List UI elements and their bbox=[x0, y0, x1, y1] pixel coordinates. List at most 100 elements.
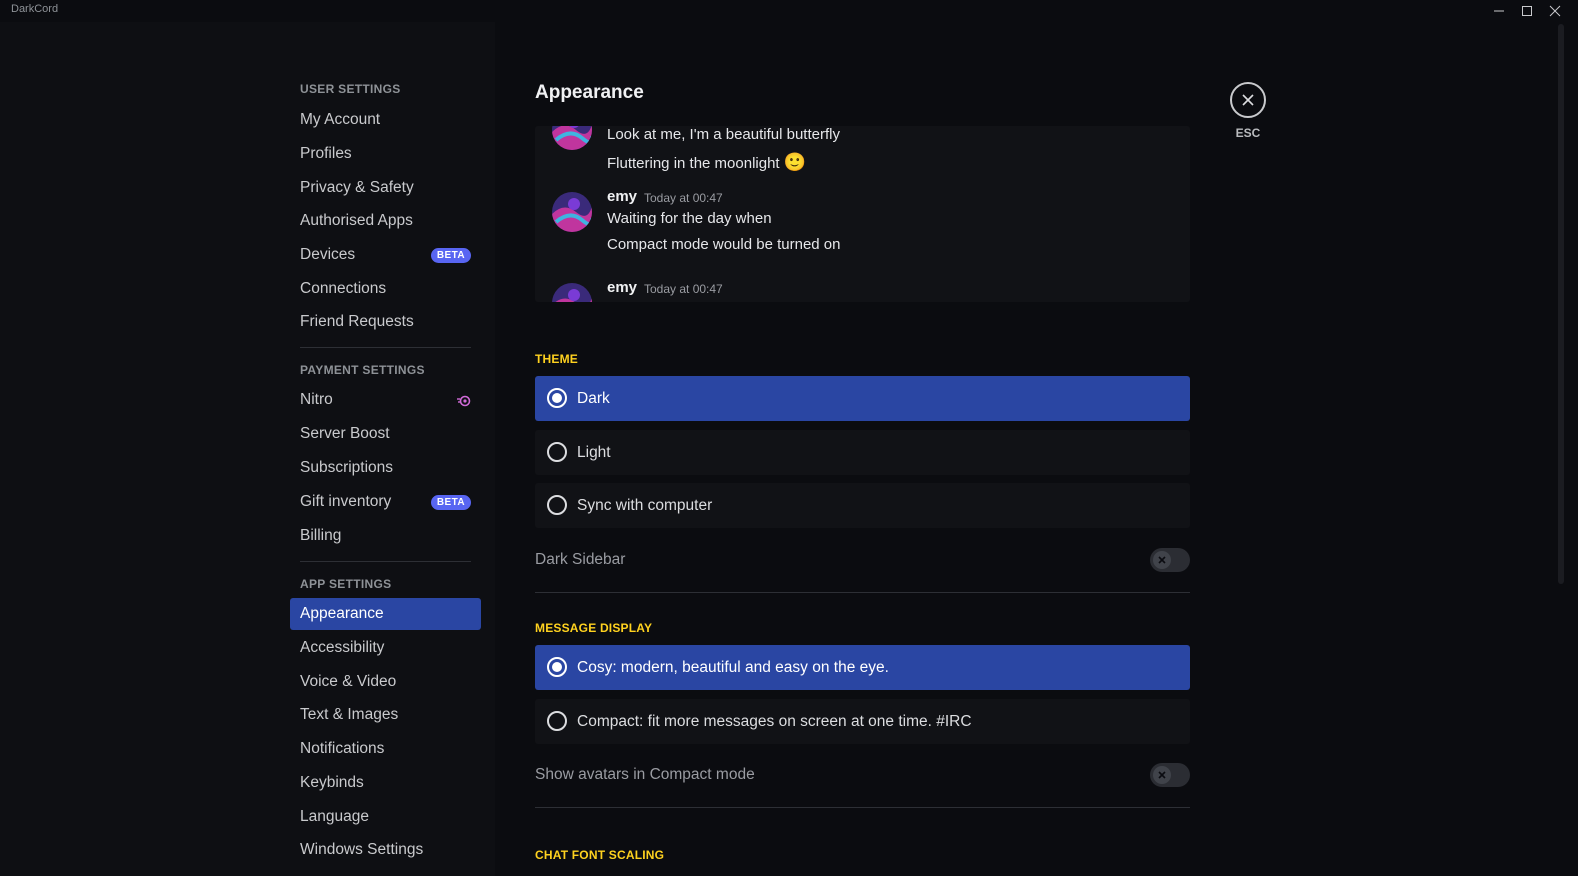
sidebar-item-keybinds[interactable]: Keybinds bbox=[290, 767, 481, 799]
sidebar-item-devices[interactable]: Devices BETA bbox=[290, 239, 481, 271]
maximize-icon[interactable] bbox=[1518, 3, 1536, 19]
sidebar-item-label: Voice & Video bbox=[300, 673, 397, 690]
radio-unselected-icon bbox=[547, 711, 567, 731]
radio-label: Cosy: modern, beautiful and easy on the … bbox=[577, 658, 889, 676]
sidebar-item-appearance[interactable]: Appearance bbox=[290, 598, 481, 630]
message-author: emy bbox=[607, 279, 638, 296]
message-display-cosy[interactable]: Cosy: modern, beautiful and easy on the … bbox=[535, 645, 1190, 690]
sidebar-item-language[interactable]: Language bbox=[290, 801, 481, 833]
theme-option-dark[interactable]: Dark bbox=[535, 376, 1190, 421]
sidebar-item-server-boost[interactable]: Server Boost bbox=[290, 418, 481, 450]
sidebar-item-label: Appearance bbox=[300, 605, 384, 622]
scrollbar[interactable] bbox=[1558, 22, 1564, 876]
message-line: Compact mode would be turned on bbox=[607, 236, 841, 253]
show-avatars-toggle[interactable] bbox=[1150, 763, 1190, 787]
dark-sidebar-setting: Dark Sidebar bbox=[535, 546, 1190, 576]
message-display-compact[interactable]: Compact: fit more messages on screen at … bbox=[535, 699, 1190, 744]
sidebar-item-label: Devices bbox=[300, 246, 356, 263]
close-button[interactable] bbox=[1230, 82, 1266, 118]
radio-selected-icon bbox=[547, 657, 567, 677]
sidebar-item-subscriptions[interactable]: Subscriptions bbox=[290, 452, 481, 484]
toggle-label: Dark Sidebar bbox=[535, 551, 626, 568]
sidebar-item-windows-settings[interactable]: Windows Settings bbox=[290, 834, 481, 866]
nitro-icon bbox=[457, 394, 471, 412]
app-title: DarkCord bbox=[11, 3, 59, 15]
radio-unselected-icon bbox=[547, 442, 567, 462]
section-header-app-settings: APP SETTINGS bbox=[300, 577, 392, 591]
section-label-theme: THEME bbox=[535, 352, 578, 366]
close-icon bbox=[1242, 94, 1254, 106]
section-label-message-display: MESSAGE DISPLAY bbox=[535, 621, 653, 635]
radio-label: Compact: fit more messages on screen at … bbox=[577, 712, 972, 730]
sidebar-item-label: Connections bbox=[300, 280, 387, 297]
sidebar-item-label: Authorised Apps bbox=[300, 212, 413, 229]
close-settings: ESC bbox=[1230, 82, 1266, 140]
minimize-icon[interactable] bbox=[1490, 3, 1508, 19]
avatar bbox=[552, 192, 592, 232]
beta-badge: BETA bbox=[430, 495, 471, 510]
message-author: emy bbox=[607, 188, 638, 205]
sidebar-item-label: Text & Images bbox=[300, 706, 399, 723]
message-timestamp: Today at 00:47 bbox=[644, 282, 723, 296]
close-icon[interactable] bbox=[1546, 3, 1564, 19]
sidebar-item-label: Notifications bbox=[300, 740, 385, 757]
radio-selected-icon bbox=[547, 388, 567, 408]
sidebar-item-gift-inventory[interactable]: Gift inventory BETA bbox=[290, 486, 481, 518]
toggle-off-icon bbox=[1153, 766, 1171, 784]
page-title: Appearance bbox=[535, 82, 644, 103]
toggle-label: Show avatars in Compact mode bbox=[535, 766, 755, 783]
smile-emoji-icon: 🙂 bbox=[783, 152, 807, 172]
show-avatars-setting: Show avatars in Compact mode bbox=[535, 761, 1190, 791]
sidebar-item-label: Billing bbox=[300, 527, 342, 544]
sidebar-item-label: Profiles bbox=[300, 145, 352, 162]
beta-badge: BETA bbox=[430, 248, 471, 263]
toggle-off-icon bbox=[1153, 551, 1171, 569]
sidebar-divider bbox=[300, 561, 471, 562]
sidebar-item-label: Keybinds bbox=[300, 774, 364, 791]
sidebar-item-notifications[interactable]: Notifications bbox=[290, 733, 481, 765]
message-preview: Look at me, I'm a beautiful butterfly Fl… bbox=[535, 126, 1190, 302]
sidebar-item-label: My Account bbox=[300, 111, 381, 128]
sidebar-item-nitro[interactable]: Nitro bbox=[290, 384, 481, 416]
section-header-user-settings: USER SETTINGS bbox=[300, 82, 401, 96]
section-header-payment-settings: PAYMENT SETTINGS bbox=[300, 363, 425, 377]
theme-option-sync[interactable]: Sync with computer bbox=[535, 483, 1190, 528]
sidebar-item-label: Friend Requests bbox=[300, 313, 414, 330]
sidebar-item-label: Gift inventory bbox=[300, 493, 392, 510]
esc-label: ESC bbox=[1235, 126, 1261, 140]
sidebar-item-my-account[interactable]: My Account bbox=[290, 104, 481, 136]
message-line: Look at me, I'm a beautiful butterfly bbox=[607, 126, 840, 143]
sidebar-item-label: Windows Settings bbox=[300, 841, 424, 858]
sidebar-item-label: Server Boost bbox=[300, 425, 390, 442]
sidebar-item-connections[interactable]: Connections bbox=[290, 273, 481, 305]
theme-option-light[interactable]: Light bbox=[535, 430, 1190, 475]
sidebar-item-accessibility[interactable]: Accessibility bbox=[290, 632, 481, 664]
sidebar-item-label: Privacy & Safety bbox=[300, 179, 414, 196]
radio-label: Sync with computer bbox=[577, 496, 713, 514]
message-line: Fluttering in the moonlight 🙂 bbox=[607, 152, 807, 172]
sidebar-item-friend-requests[interactable]: Friend Requests bbox=[290, 306, 481, 338]
sidebar-item-voice-video[interactable]: Voice & Video bbox=[290, 666, 481, 698]
settings-sidebar: USER SETTINGS My Account Profiles Privac… bbox=[0, 22, 495, 876]
section-divider bbox=[535, 807, 1190, 808]
radio-label: Light bbox=[577, 443, 611, 461]
sidebar-divider bbox=[300, 347, 471, 348]
radio-unselected-icon bbox=[547, 495, 567, 515]
scrollbar-thumb[interactable] bbox=[1558, 24, 1564, 584]
sidebar-item-privacy-safety[interactable]: Privacy & Safety bbox=[290, 172, 481, 204]
sidebar-item-text-images[interactable]: Text & Images bbox=[290, 699, 481, 731]
avatar bbox=[552, 283, 592, 302]
sidebar-item-authorised-apps[interactable]: Authorised Apps bbox=[290, 205, 481, 237]
sidebar-item-label: Subscriptions bbox=[300, 459, 394, 476]
settings-content: Appearance Look at me, I'm a beautiful b… bbox=[495, 22, 1555, 876]
sidebar-item-profiles[interactable]: Profiles bbox=[290, 138, 481, 170]
section-divider bbox=[535, 592, 1190, 593]
title-bar: DarkCord bbox=[0, 0, 1578, 22]
sidebar-item-billing[interactable]: Billing bbox=[290, 520, 481, 552]
message-line: Waiting for the day when bbox=[607, 210, 772, 227]
sidebar-item-label: Nitro bbox=[300, 391, 333, 408]
message-timestamp: Today at 00:47 bbox=[644, 191, 723, 205]
section-label-chat-font-scaling: CHAT FONT SCALING bbox=[535, 848, 665, 862]
dark-sidebar-toggle[interactable] bbox=[1150, 548, 1190, 572]
sidebar-item-label: Accessibility bbox=[300, 639, 385, 656]
